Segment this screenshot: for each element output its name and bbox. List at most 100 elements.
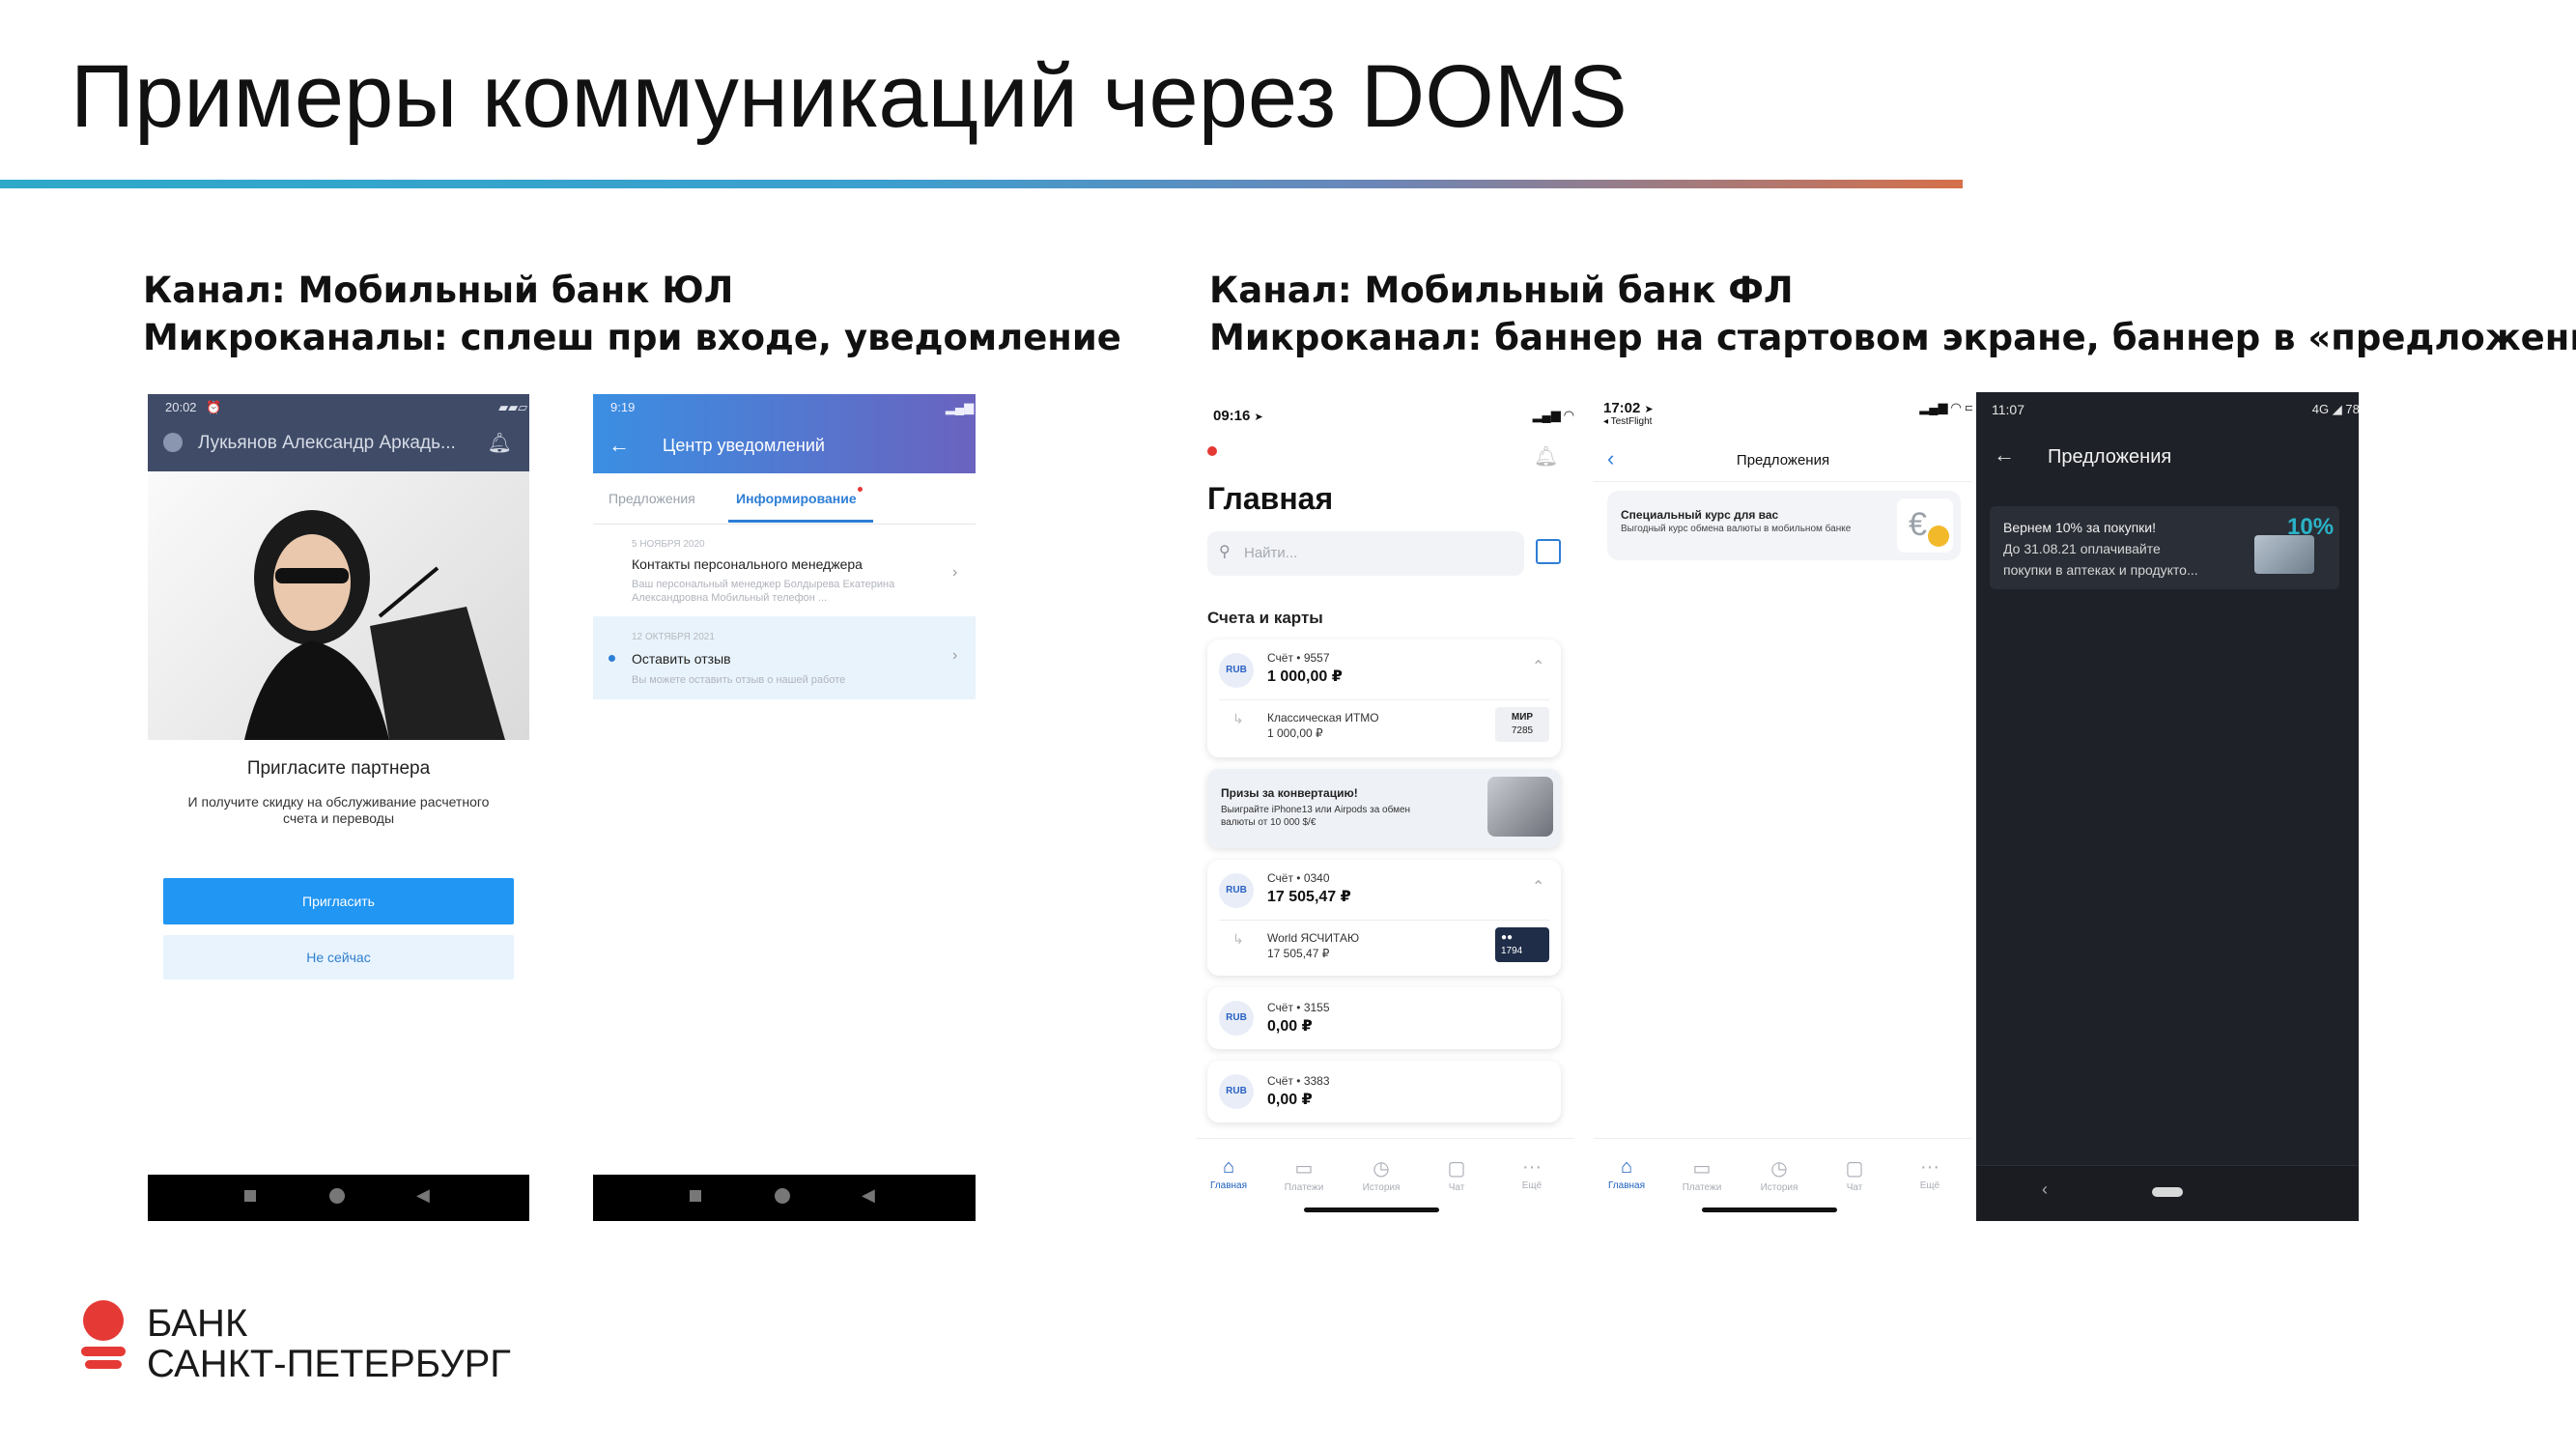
euro-icon: €	[1909, 506, 1927, 543]
slide-title: Примеры коммуникаций через DOMS	[71, 47, 1628, 146]
offer-text: Выгодный курс обмена валюты в мобильном …	[1621, 524, 1852, 534]
offer-title: Вернем 10% за покупки!	[2003, 520, 2157, 535]
not-now-button[interactable]: Не сейчас	[163, 935, 514, 980]
header-title: Центр уведомлений	[663, 436, 825, 455]
notification-item[interactable]: 5 НОЯБРЯ 2020 Контакты персонального мен…	[593, 529, 976, 616]
invite-button[interactable]: Пригласить	[163, 878, 514, 924]
chat-icon: ▢	[1845, 1158, 1864, 1179]
home-pill[interactable]	[2152, 1187, 2183, 1197]
home-icon: ⌂	[1620, 1156, 1633, 1178]
coin-icon	[1928, 526, 1949, 547]
offer-card[interactable]: Специальный курс для вас Выгодный курс о…	[1607, 491, 1961, 560]
home-indicator[interactable]	[1304, 1208, 1439, 1212]
back-arrow-icon[interactable]: ←	[609, 433, 630, 458]
tab-payments[interactable]: ▭ Платежи	[1275, 1156, 1333, 1193]
tab-information[interactable]: Информирование	[736, 491, 857, 506]
search-placeholder: Найти...	[1244, 545, 1298, 561]
home-icon: ⌂	[1222, 1156, 1235, 1178]
tab-label: Платежи	[1682, 1182, 1722, 1193]
active-tab-underline	[728, 520, 873, 523]
account-card[interactable]: RUB Счёт • 0340 17 505,47 ₽ ⌃ ↳ World ЯС…	[1207, 860, 1561, 976]
banner-text: Выиграйте iPhone13 или Airpods за обмен …	[1221, 805, 1411, 828]
status-time: 09:16	[1213, 408, 1251, 424]
tab-payments[interactable]: ▭ Платежи	[1673, 1156, 1731, 1193]
splash-title: Пригласите партнера	[246, 758, 431, 779]
home-icon[interactable]	[329, 1188, 345, 1204]
wallet-icon: ▭	[1294, 1158, 1314, 1179]
tab-chat[interactable]: ▢ Чат	[1826, 1156, 1883, 1193]
card-amount: 17 505,47 ₽	[1267, 947, 1330, 960]
tab-chat[interactable]: ▢ Чат	[1428, 1156, 1486, 1193]
tab-history[interactable]: ◷ История	[1750, 1156, 1808, 1193]
header: ‹ Предложения	[1594, 437, 1972, 482]
recents-icon[interactable]	[244, 1190, 256, 1202]
tab-label: Главная	[1607, 1180, 1646, 1191]
chat-icon: ▢	[1447, 1158, 1466, 1179]
home-indicator[interactable]	[1702, 1208, 1837, 1212]
home-icon[interactable]	[775, 1188, 790, 1204]
user-name[interactable]: Лукьянов Александр Аркадь...	[198, 433, 456, 454]
tab-home[interactable]: ⌂ Главная	[1598, 1156, 1656, 1191]
offer-image: €	[1897, 498, 1953, 553]
more-icon: ···	[1920, 1156, 1939, 1178]
tab-label: История	[1760, 1182, 1798, 1193]
clock-icon: ◷	[1770, 1158, 1788, 1179]
divider	[1219, 699, 1549, 700]
clock-icon: ◷	[1373, 1158, 1390, 1179]
phone-retail-offers-android: 11:07 4G ◢ 78 % ← Предложения Вернем 10%…	[1976, 392, 2359, 1221]
offer-text-line1: До 31.08.21 оплачивайте	[2003, 541, 2161, 556]
card-thumbnail: МИР 7285	[1495, 707, 1549, 742]
search-icon: ⚲	[1219, 544, 1231, 560]
phone-legal-notifications: 9:19 ▂▄▆ ▭ ← Центр уведомлений Предложен…	[593, 394, 976, 1221]
chevron-up-icon[interactable]: ⌃	[1532, 657, 1544, 676]
splash-text: И получите скидку на обслуживание расчет…	[187, 794, 490, 826]
currency-badge: RUB	[1219, 1001, 1254, 1036]
header-title: Предложения	[1736, 452, 1830, 469]
status-time: 20:02	[165, 400, 197, 414]
promo-banner[interactable]: Призы за конвертацию! Выиграйте iPhone13…	[1207, 769, 1561, 848]
tab-label: Ещё	[1919, 1180, 1940, 1191]
logo-stripe-icon	[81, 1347, 126, 1356]
tab-more[interactable]: ··· Ещё	[1503, 1156, 1561, 1191]
back-chevron-icon[interactable]: ‹	[2042, 1179, 2048, 1200]
back-arrow-icon[interactable]: ←	[1994, 442, 2015, 468]
bell-icon[interactable]: 🔔︎	[1534, 444, 1558, 469]
tab-label: Чат	[1448, 1182, 1465, 1193]
person-icon[interactable]	[163, 433, 183, 452]
qr-scan-icon[interactable]	[1536, 539, 1561, 564]
left-heading-channel: Канал: Мобильный банк ЮЛ	[143, 270, 734, 311]
status-time: 17:02	[1603, 400, 1641, 416]
left-heading: Канал: Мобильный банк ЮЛ Микроканалы: сп…	[143, 267, 1121, 361]
account-card[interactable]: RUB Счёт • 3155 0,00 ₽	[1207, 987, 1561, 1049]
android-navbar: ‹	[1976, 1165, 2359, 1221]
account-card[interactable]: RUB Счёт • 3383 0,00 ₽	[1207, 1061, 1561, 1122]
tab-offers[interactable]: Предложения	[609, 491, 695, 506]
bell-icon[interactable]: 🔔︎	[488, 431, 512, 455]
notification-text: Вы можете оставить отзыв о нашей работе	[632, 674, 846, 686]
banner-title: Призы за конвертацию!	[1221, 786, 1358, 800]
card-amount: 1 000,00 ₽	[1267, 726, 1323, 740]
testflight-back[interactable]: ◂ TestFlight	[1603, 416, 1972, 427]
back-icon[interactable]: ◀	[862, 1185, 875, 1206]
tab-label: История	[1362, 1182, 1401, 1193]
title-gradient-divider	[0, 180, 1963, 188]
back-icon[interactable]: ◀	[416, 1185, 430, 1206]
search-input[interactable]: ⚲ Найти...	[1207, 531, 1524, 576]
recents-icon[interactable]	[690, 1190, 701, 1202]
notification-title: Оставить отзыв	[632, 651, 731, 667]
notification-item-highlighted[interactable]: 12 ОКТЯБРЯ 2021 Оставить отзыв Вы можете…	[593, 616, 976, 699]
logo-text-line1: БАНК	[147, 1302, 248, 1345]
chevron-up-icon[interactable]: ⌃	[1532, 877, 1544, 896]
tab-home[interactable]: ⌂ Главная	[1200, 1156, 1258, 1191]
tab-label: Главная	[1209, 1180, 1248, 1191]
tab-label: Чат	[1846, 1182, 1863, 1193]
android-navbar: ◀	[148, 1175, 529, 1221]
promo-photo	[148, 471, 529, 740]
tab-more[interactable]: ··· Ещё	[1901, 1156, 1959, 1191]
battery-icon: ▂▄▆ ◠ ▭	[1919, 400, 1972, 414]
card-number: 7285	[1511, 725, 1534, 736]
account-card[interactable]: RUB Счёт • 9557 1 000,00 ₽ ⌃ ↳ Классичес…	[1207, 639, 1561, 757]
offer-card[interactable]: Вернем 10% за покупки! До 31.08.21 оплач…	[1990, 506, 2339, 589]
tab-history[interactable]: ◷ История	[1352, 1156, 1410, 1193]
location-icon: ➤	[1644, 404, 1654, 415]
